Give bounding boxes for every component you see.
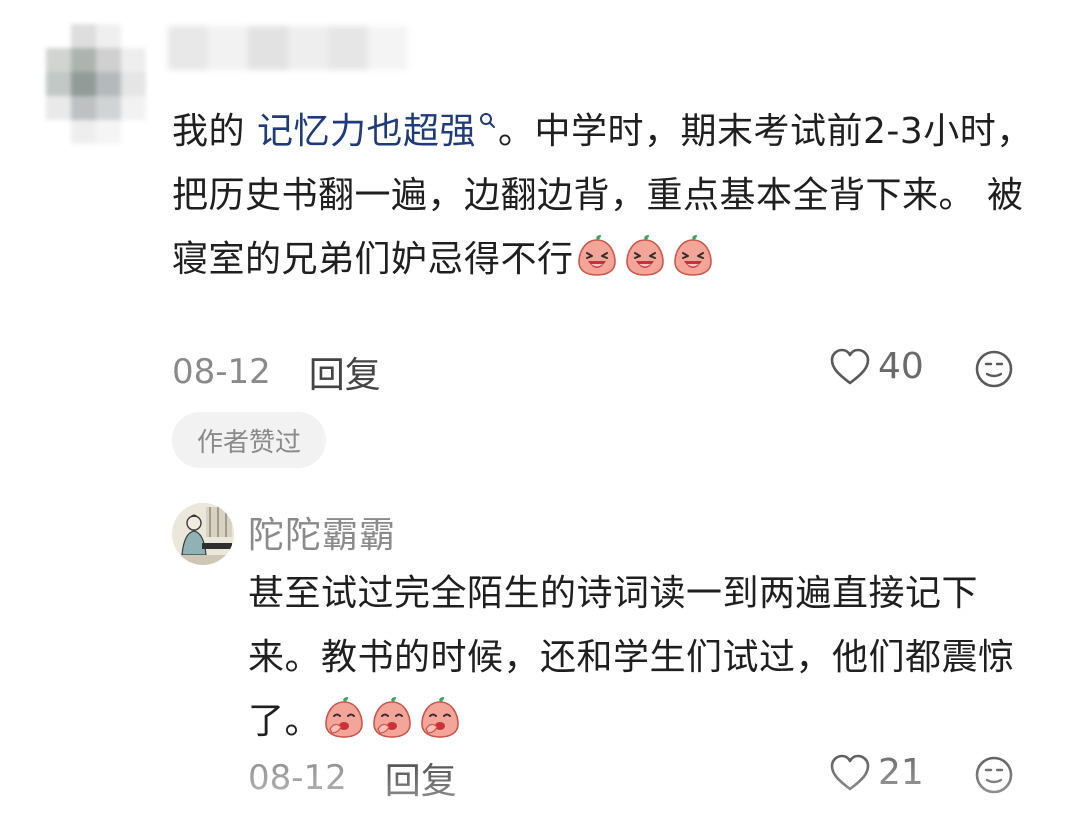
search-icon (479, 113, 495, 128)
meh-face-icon[interactable] (974, 349, 1014, 389)
laughing-peach-emoji (673, 235, 712, 276)
comment-text-start: 我的 (172, 111, 257, 152)
giggling-peach-emoji (325, 697, 363, 738)
like-button[interactable]: 21 (828, 752, 924, 793)
author-liked-label: 作者赞过 (196, 427, 301, 458)
reply-body: 甚至试过完全陌生的诗词读一到两遍直接记下来。教书的时候，还和学生们试过，他们都震… (248, 562, 1028, 754)
heart-icon (830, 348, 870, 384)
avatar-illustration-icon (172, 503, 234, 565)
reply-button[interactable]: 回复 (309, 346, 381, 398)
reply-date: 08-12 (248, 758, 347, 798)
reply-meta: 08-12 回复 (248, 752, 457, 804)
avatar[interactable] (172, 503, 234, 565)
like-count: 40 (878, 346, 924, 387)
like-count: 21 (878, 752, 924, 793)
blurred-avatar[interactable] (46, 24, 146, 144)
keyword-search-link[interactable]: 记忆力也超强 (257, 111, 498, 152)
heart-icon (830, 754, 870, 790)
laughing-peach-emoji (625, 235, 664, 276)
comment-date: 08-12 (172, 352, 271, 392)
giggling-peach-emoji (373, 697, 411, 738)
blurred-username[interactable] (168, 26, 408, 70)
meh-face-icon[interactable] (974, 755, 1014, 795)
keyword-label: 记忆力也超强 (256, 111, 476, 152)
giggling-peach-emoji (421, 697, 459, 738)
comment-body: 我的 记忆力也超强 。中学时，期末考试前2-3小时，把历史书翻一遍，边翻边背，重点… (172, 100, 1052, 292)
laughing-peach-emoji (577, 235, 616, 276)
reply-button[interactable]: 回复 (385, 752, 457, 804)
author-liked-badge: 作者赞过 (172, 412, 326, 468)
like-button[interactable]: 40 (828, 346, 924, 387)
comment-meta: 08-12 回复 (172, 346, 381, 398)
reply-username[interactable]: 陀陀霸霸 (248, 506, 396, 558)
comment-thread: 我的 记忆力也超强 。中学时，期末考试前2-3小时，把历史书翻一遍，边翻边背，重点… (0, 0, 1080, 821)
